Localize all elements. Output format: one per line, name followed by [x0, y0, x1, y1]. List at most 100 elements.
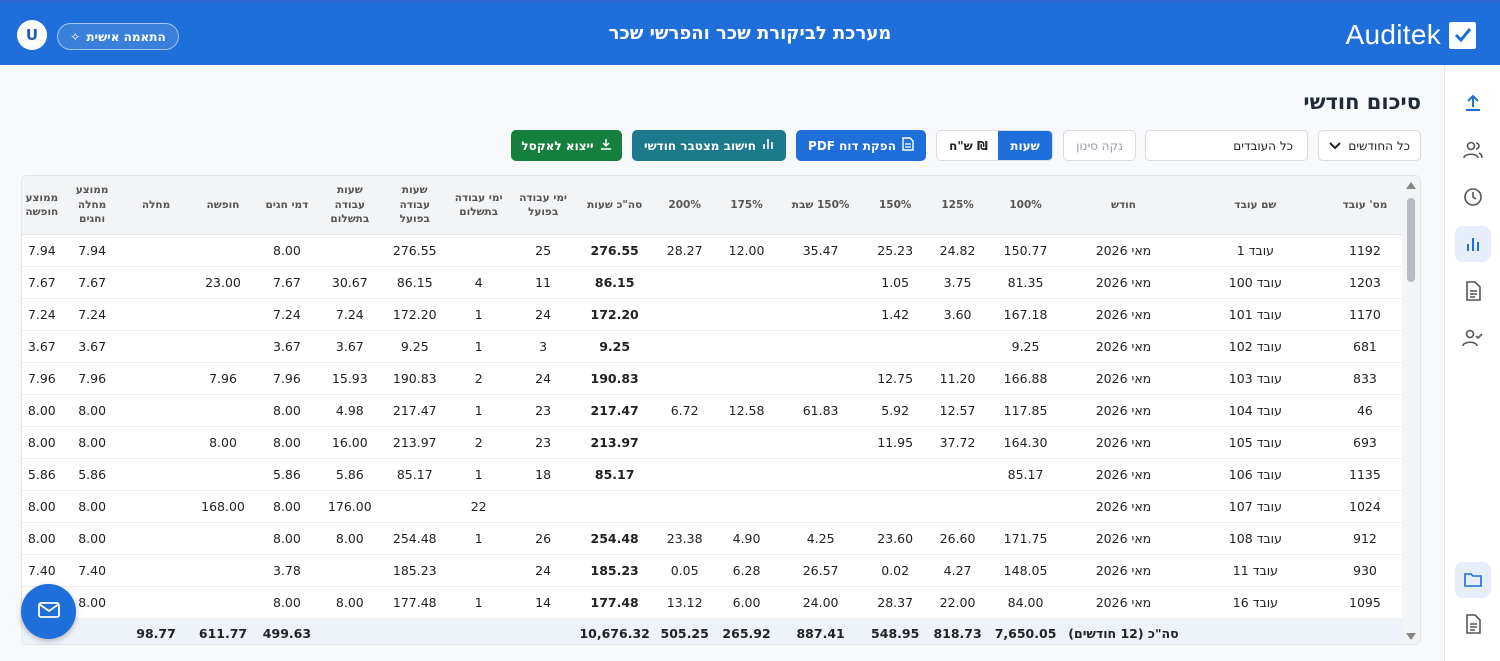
- clock-icon[interactable]: [1455, 179, 1491, 215]
- total-cell: 499.63: [256, 618, 318, 644]
- table-cell: [716, 458, 777, 491]
- total-cell: [1184, 618, 1326, 644]
- total-cell: [382, 618, 448, 644]
- column-header[interactable]: שעות עבודה בתשלום: [317, 176, 383, 235]
- table-cell: עובד 101: [1184, 298, 1326, 331]
- table-row[interactable]: 1095 עובד 16 מאי 2026 84.00 22.00 28.37 24.00 6…: [22, 586, 1404, 619]
- table-row[interactable]: 1024 עובד 107 מאי 2026 22 176.00 8.00 168.00 8.…: [22, 490, 1404, 523]
- table-row[interactable]: 681 עובד 102 מאי 2026 9.25 9.25 3 1 9.25 3.67 3.6…: [22, 330, 1404, 363]
- table-cell: 3.67: [317, 330, 383, 363]
- table-cell: [189, 554, 257, 587]
- table-cell: 11.20: [926, 362, 990, 395]
- table-cell: 8.00: [22, 522, 62, 555]
- table-cell: מאי 2026: [1062, 266, 1185, 299]
- table-cell: 7.24: [22, 298, 62, 331]
- table-cell: מאי 2026: [1062, 490, 1185, 523]
- table-cell: 1203: [1325, 266, 1404, 299]
- column-header[interactable]: 125%: [926, 176, 990, 235]
- column-header[interactable]: ימי עבודה בפועל: [510, 176, 577, 235]
- toggle-nis[interactable]: ש"ח ₪: [937, 131, 1000, 160]
- table-cell: [653, 266, 717, 299]
- scroll-down-arrow-icon[interactable]: [1406, 633, 1416, 640]
- monthly-cumulative-button[interactable]: חישוב מצטבר חודשי: [632, 130, 786, 161]
- personal-customization-button[interactable]: התאמה אישית ✧: [57, 23, 179, 50]
- scroll-up-arrow-icon[interactable]: [1406, 182, 1416, 189]
- avatar[interactable]: U: [17, 20, 47, 50]
- table-cell: 24.82: [926, 234, 990, 267]
- table-row[interactable]: 46 עובד 104 מאי 2026 117.85 12.57 5.92 61.83 12…: [22, 394, 1404, 427]
- table-row[interactable]: 930 עובד 11 מאי 2026 148.05 4.27 0.02 26.57 6.2…: [22, 554, 1404, 587]
- table-cell: [189, 586, 257, 619]
- table-cell: 7.96: [22, 362, 62, 395]
- column-header[interactable]: שעות עבודה בפועל: [382, 176, 448, 235]
- column-header[interactable]: דמי חגים: [256, 176, 318, 235]
- table-row[interactable]: 833 עובד 103 מאי 2026 166.88 11.20 12.75 190.8…: [22, 362, 1404, 395]
- column-header[interactable]: ימי עבודה בתשלום: [447, 176, 511, 235]
- column-header[interactable]: 150%: [864, 176, 927, 235]
- table-cell: 5.86: [61, 458, 123, 491]
- table-cell: [576, 490, 654, 523]
- table-cell: 46: [1325, 394, 1404, 427]
- column-header[interactable]: מחלה: [122, 176, 190, 235]
- export-excel-button[interactable]: ייצוא לאקסל: [511, 130, 622, 161]
- file-icon[interactable]: [1455, 606, 1491, 642]
- table-cell: [864, 330, 927, 363]
- table-cell: 8.00: [61, 522, 123, 555]
- folder-icon[interactable]: [1455, 562, 1491, 598]
- contact-mail-button[interactable]: [21, 584, 76, 639]
- table-row[interactable]: 1203 עובד 100 מאי 2026 81.35 3.75 1.05 86.15 11…: [22, 266, 1404, 299]
- scroll-thumb[interactable]: [1407, 198, 1415, 282]
- clear-filter-button[interactable]: נקה סינון: [1063, 130, 1136, 161]
- column-header[interactable]: חודש: [1062, 176, 1185, 235]
- column-header[interactable]: מס' עובד: [1325, 176, 1404, 235]
- toggle-hours[interactable]: שעות: [998, 131, 1052, 160]
- table-row[interactable]: 1192 עובד 1 מאי 2026 150.77 24.82 25.23 35.47 1…: [22, 234, 1404, 267]
- table-cell: 5.86: [317, 458, 383, 491]
- table-cell: [122, 362, 190, 395]
- table-cell: [382, 490, 448, 523]
- chart-icon[interactable]: [1455, 226, 1491, 262]
- vertical-scrollbar[interactable]: [1402, 176, 1420, 644]
- pdf-report-button[interactable]: הפקת דוח PDF: [796, 130, 926, 161]
- upload-icon[interactable]: [1455, 85, 1491, 121]
- table-cell: 177.48: [576, 586, 654, 619]
- table-cell: 3.60: [926, 298, 990, 331]
- table-cell: 276.55: [382, 234, 448, 267]
- table-row[interactable]: 1135 עובד 106 מאי 2026 85.17 85.17 18 1 85.17 5.…: [22, 458, 1404, 491]
- column-header[interactable]: ממוצע מחלה וחגים: [61, 176, 123, 235]
- table-cell: 7.40: [22, 554, 62, 587]
- table-cell: 15.93: [317, 362, 383, 395]
- user-check-icon[interactable]: [1455, 320, 1491, 356]
- right-sidebar: [1444, 65, 1500, 661]
- table-cell: 84.00: [989, 586, 1063, 619]
- table-cell: [776, 362, 865, 395]
- table-row[interactable]: 1170 עובד 101 מאי 2026 167.18 3.60 1.42 172.20…: [22, 298, 1404, 331]
- table-cell: 681: [1325, 330, 1404, 363]
- column-header[interactable]: ממוצע חופשה: [22, 176, 62, 235]
- document-icon[interactable]: [1455, 273, 1491, 309]
- table-cell: עובד 102: [1184, 330, 1326, 363]
- column-header[interactable]: שם עובד: [1184, 176, 1326, 235]
- table-cell: 8.00: [256, 490, 318, 523]
- workers-select[interactable]: כל העובדים: [1145, 130, 1308, 161]
- table-cell: 8.00: [22, 426, 62, 459]
- column-header[interactable]: 175%: [716, 176, 777, 235]
- table-row[interactable]: 693 עובד 105 מאי 2026 164.30 37.72 11.95 213.9…: [22, 426, 1404, 459]
- column-header[interactable]: סה"כ שעות: [576, 176, 654, 235]
- column-header[interactable]: 100%: [989, 176, 1063, 235]
- table-cell: [122, 394, 190, 427]
- column-header[interactable]: 150% שבת: [776, 176, 865, 235]
- table-cell: [776, 458, 865, 491]
- table-cell: עובד 105: [1184, 426, 1326, 459]
- table-row[interactable]: 912 עובד 108 מאי 2026 171.75 26.60 23.60 4.25 4…: [22, 522, 1404, 555]
- table-cell: עובד 108: [1184, 522, 1326, 555]
- column-header[interactable]: 200%: [653, 176, 717, 235]
- table-cell: 190.83: [382, 362, 448, 395]
- page-title: סיכום חודשי: [1303, 90, 1421, 114]
- column-header[interactable]: חופשה: [189, 176, 257, 235]
- table-cell: [776, 426, 865, 459]
- months-select[interactable]: כל החודשים: [1318, 130, 1421, 161]
- users-icon[interactable]: [1455, 132, 1491, 168]
- table-cell: 11: [510, 266, 577, 299]
- total-cell: [317, 618, 383, 644]
